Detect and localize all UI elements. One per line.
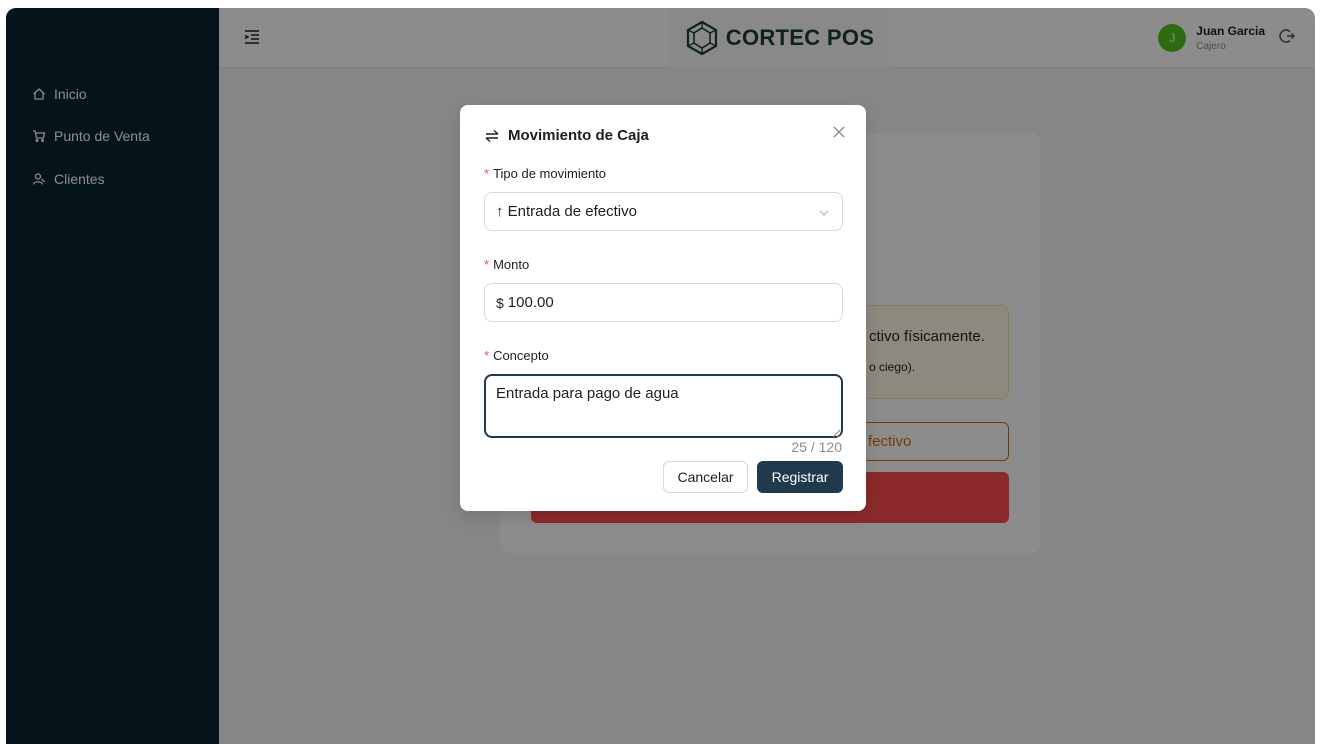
monto-input[interactable]: $ 100.00 xyxy=(484,283,843,322)
close-icon xyxy=(833,126,845,138)
tipo-select-value: ↑ Entrada de efectivo xyxy=(496,203,637,220)
monto-value: 100.00 xyxy=(507,294,554,311)
resize-grip-icon[interactable] xyxy=(832,425,841,438)
close-button[interactable] xyxy=(832,125,846,139)
character-counter: 25 / 120 xyxy=(791,439,842,455)
currency-prefix: $ xyxy=(496,294,504,311)
required-mark: * xyxy=(484,348,490,363)
monto-label: * Monto xyxy=(484,257,530,272)
modal-title: Movimiento de Caja xyxy=(484,127,649,144)
concepto-label: * Concepto xyxy=(484,348,549,363)
required-mark: * xyxy=(484,166,490,181)
chevron-down-icon xyxy=(818,206,830,218)
concepto-textarea[interactable]: Entrada para pago de agua xyxy=(484,374,843,438)
required-mark: * xyxy=(484,257,490,272)
tipo-select[interactable]: ↑ Entrada de efectivo xyxy=(484,192,843,231)
swap-icon xyxy=(485,129,499,142)
register-button[interactable]: Registrar xyxy=(757,461,843,493)
cash-movement-modal: Movimiento de Caja * Tipo de movimiento ↑… xyxy=(460,105,866,511)
tipo-label: * Tipo de movimiento xyxy=(484,166,607,181)
cancel-button[interactable]: Cancelar xyxy=(663,461,748,493)
modal-title-text: Movimiento de Caja xyxy=(508,127,649,144)
